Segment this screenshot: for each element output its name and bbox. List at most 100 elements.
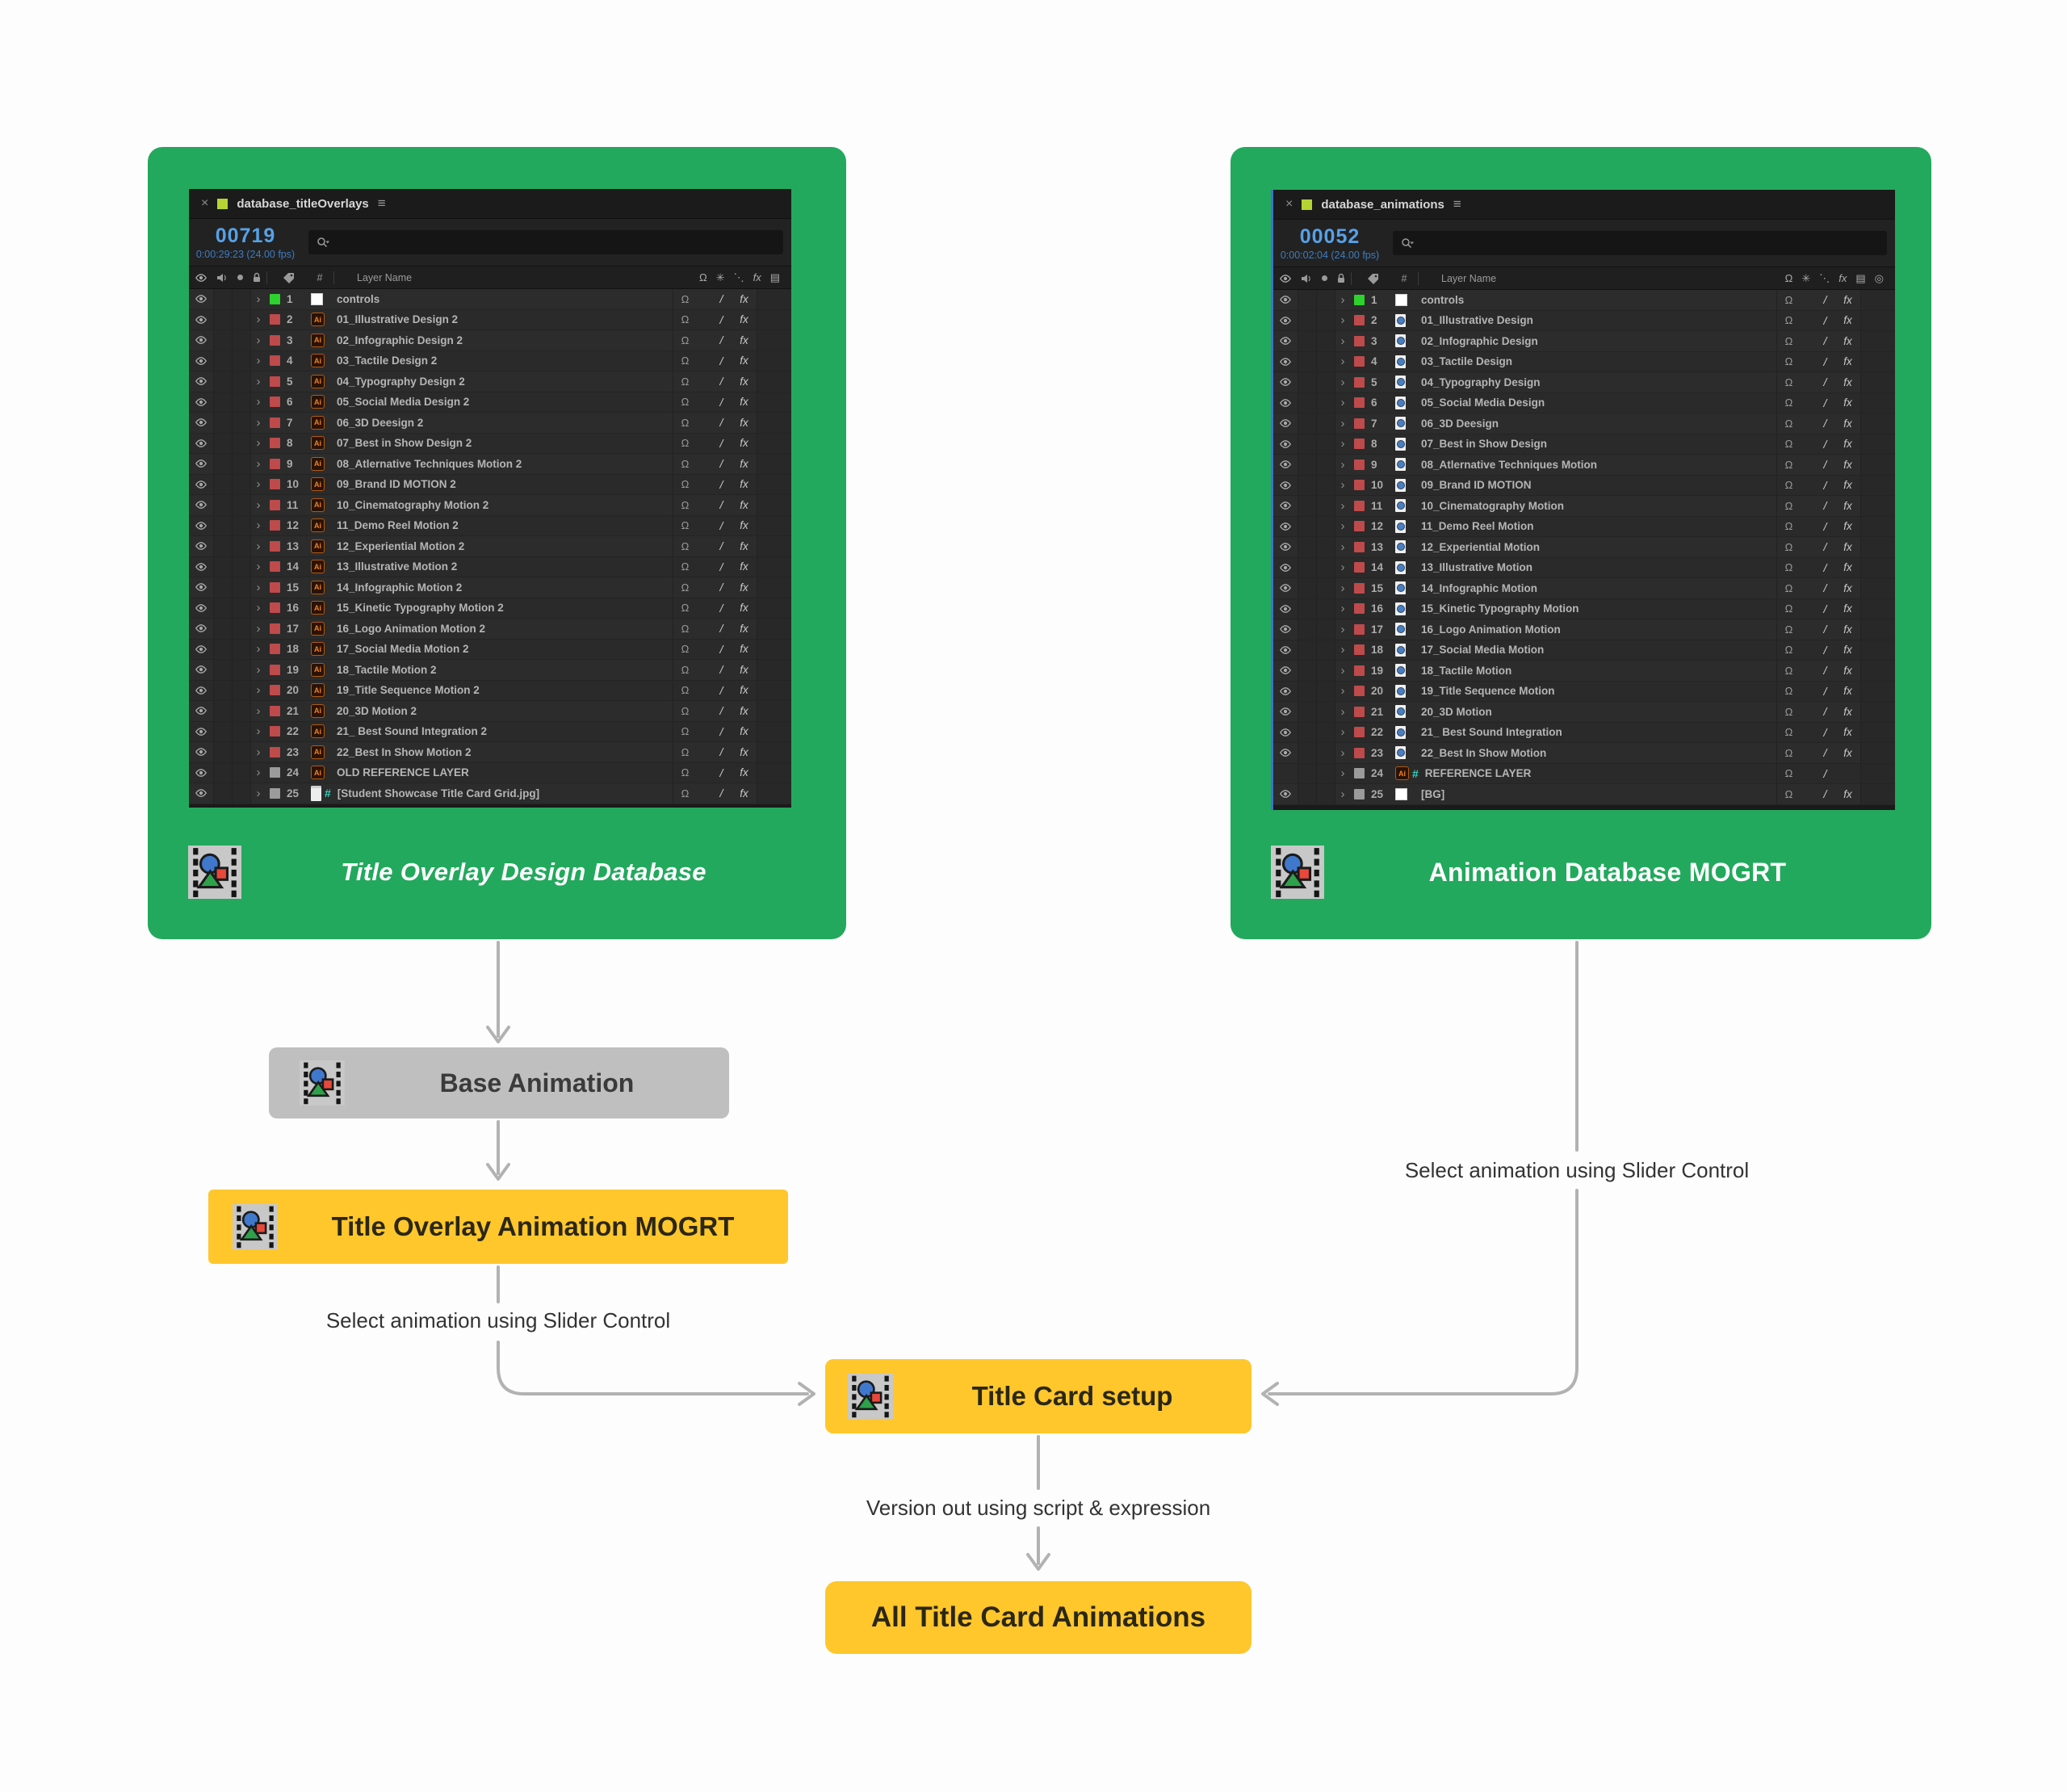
label-swatch[interactable]: [1350, 290, 1368, 310]
blend-cell[interactable]: [1801, 682, 1815, 702]
layer-name[interactable]: OLD REFERENCE LAYER: [330, 766, 673, 778]
blend-cell[interactable]: [697, 475, 711, 495]
lock-cell[interactable]: [233, 330, 251, 350]
audio-cell[interactable]: [214, 475, 233, 495]
quality-icon[interactable]: /: [1815, 723, 1835, 743]
label-swatch[interactable]: [266, 660, 283, 680]
lock-cell[interactable]: [1317, 496, 1335, 516]
audio-cell[interactable]: [1298, 496, 1317, 516]
quality-icon[interactable]: /: [1815, 393, 1835, 413]
fx-icon[interactable]: fx: [1835, 682, 1860, 702]
expand-chevron-icon[interactable]: ›: [1335, 723, 1350, 743]
audio-cell[interactable]: [214, 516, 233, 536]
lock-cell[interactable]: [1317, 476, 1335, 496]
audio-cell[interactable]: [214, 351, 233, 371]
layer-name[interactable]: 01_Illustrative Design 2: [330, 313, 673, 325]
expand-chevron-icon[interactable]: ›: [1335, 537, 1350, 557]
fx-icon[interactable]: fx: [1835, 290, 1860, 310]
label-swatch[interactable]: [266, 516, 283, 536]
layer-name[interactable]: 01_Illustrative Design: [1415, 314, 1776, 326]
layer-name[interactable]: 09_Brand ID MOTION 2: [330, 478, 673, 490]
blend-cell[interactable]: [697, 392, 711, 413]
audio-cell[interactable]: [214, 763, 233, 783]
layer-row[interactable]: ›5Ai04_Typography Design 2Ω/fx: [189, 371, 791, 392]
label-swatch[interactable]: [1350, 455, 1368, 475]
layer-row[interactable]: ›1009_Brand ID MOTIONΩ/fx: [1273, 476, 1895, 497]
layer-name[interactable]: 14_Infographic Motion 2: [330, 581, 673, 594]
layer-row[interactable]: ›10Ai09_Brand ID MOTION 2Ω/fx: [189, 475, 791, 496]
expand-chevron-icon[interactable]: ›: [1335, 619, 1350, 640]
eye-toggle-icon[interactable]: [189, 742, 214, 762]
shy-icon[interactable]: Ω: [673, 310, 697, 330]
quality-icon[interactable]: /: [711, 619, 732, 639]
shy-icon[interactable]: Ω: [673, 289, 697, 309]
fx-icon[interactable]: fx: [1835, 661, 1860, 681]
lock-cell[interactable]: [1317, 599, 1335, 619]
lock-cell[interactable]: [1317, 290, 1335, 310]
label-swatch[interactable]: [1350, 311, 1368, 331]
lock-cell[interactable]: [1317, 352, 1335, 372]
label-swatch[interactable]: [266, 619, 283, 639]
quality-icon[interactable]: /: [711, 783, 732, 804]
expand-chevron-icon[interactable]: ›: [1335, 496, 1350, 516]
blend-cell[interactable]: [1801, 764, 1815, 784]
threed-column-icon[interactable]: ◎: [1875, 272, 1884, 285]
eye-toggle-icon[interactable]: [189, 577, 214, 598]
expand-chevron-icon[interactable]: ›: [1335, 352, 1350, 372]
layer-row[interactable]: ›605_Social Media DesignΩ/fx: [1273, 393, 1895, 414]
fx-icon[interactable]: fx: [732, 475, 757, 495]
search-input[interactable]: [308, 230, 783, 254]
lock-cell[interactable]: [233, 495, 251, 515]
audio-cell[interactable]: [1298, 682, 1317, 702]
label-swatch[interactable]: [1350, 743, 1368, 763]
blend-cell[interactable]: [1801, 413, 1815, 434]
quality-icon[interactable]: /: [711, 681, 732, 701]
audio-column-icon[interactable]: [213, 273, 231, 283]
expand-chevron-icon[interactable]: ›: [1335, 517, 1350, 537]
blend-cell[interactable]: [1801, 743, 1815, 763]
quality-icon[interactable]: /: [711, 557, 732, 577]
fx-icon[interactable]: fx: [1835, 476, 1860, 496]
shy-icon[interactable]: Ω: [673, 454, 697, 474]
eye-toggle-icon[interactable]: [1273, 393, 1298, 413]
fx-icon[interactable]: fx: [1835, 558, 1860, 578]
fx-icon[interactable]: fx: [1835, 393, 1860, 413]
eye-toggle-icon[interactable]: [1273, 331, 1298, 351]
eye-toggle-icon[interactable]: [1273, 682, 1298, 702]
layer-name[interactable]: 11_Demo Reel Motion: [1415, 520, 1776, 532]
eye-toggle-icon[interactable]: [189, 536, 214, 556]
layer-name[interactable]: 18_Tactile Motion: [1415, 665, 1776, 677]
layer-row[interactable]: ›1817_Social Media MotionΩ/fx: [1273, 640, 1895, 661]
blend-cell[interactable]: [1801, 702, 1815, 722]
timecode-frames[interactable]: 00719: [216, 225, 276, 248]
eye-toggle-icon[interactable]: [1273, 413, 1298, 434]
shy-icon[interactable]: Ω: [1776, 455, 1801, 475]
fx-icon[interactable]: fx: [732, 289, 757, 309]
fx-icon[interactable]: fx: [732, 516, 757, 536]
audio-cell[interactable]: [214, 289, 233, 309]
lock-cell[interactable]: [233, 722, 251, 742]
layer-row[interactable]: ›8Ai07_Best in Show Design 2Ω/fx: [189, 434, 791, 455]
panel-menu-icon[interactable]: ≡: [378, 195, 386, 212]
layer-row[interactable]: ›9Ai08_Atlernative Techniques Motion 2Ω/…: [189, 454, 791, 475]
fx-icon[interactable]: fx: [1835, 599, 1860, 619]
eye-toggle-icon[interactable]: [1273, 599, 1298, 619]
label-swatch[interactable]: [1350, 537, 1368, 557]
layer-row[interactable]: ›23Ai22_Best In Show Motion 2Ω/fx: [189, 742, 791, 763]
layer-row[interactable]: ›13Ai12_Experiential Motion 2Ω/fx: [189, 536, 791, 557]
layer-row[interactable]: ›1controlsΩ/fx: [189, 289, 791, 310]
quality-icon[interactable]: /: [711, 475, 732, 495]
layer-row[interactable]: ›1controlsΩ/fx: [1273, 290, 1895, 311]
quality-icon[interactable]: /: [1815, 413, 1835, 434]
fx-icon[interactable]: fx: [1835, 455, 1860, 475]
shy-icon[interactable]: Ω: [1776, 764, 1801, 784]
lock-cell[interactable]: [1317, 372, 1335, 392]
eye-toggle-icon[interactable]: [189, 681, 214, 701]
layer-name[interactable]: controls: [330, 293, 673, 305]
audio-cell[interactable]: [214, 371, 233, 392]
shy-icon[interactable]: Ω: [673, 660, 697, 680]
label-swatch[interactable]: [266, 701, 283, 721]
quality-icon[interactable]: /: [1815, 311, 1835, 331]
blend-cell[interactable]: [1801, 640, 1815, 661]
audio-cell[interactable]: [1298, 393, 1317, 413]
